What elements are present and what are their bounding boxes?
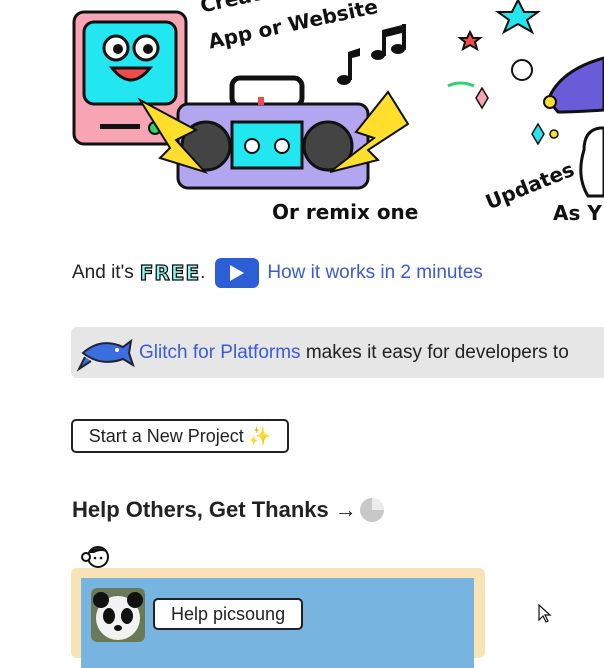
progress-pie-icon bbox=[359, 498, 384, 522]
panda-avatar[interactable] bbox=[91, 588, 145, 642]
free-badge: FREE bbox=[139, 260, 201, 285]
star-icon bbox=[457, 0, 542, 52]
free-prefix: And it's bbox=[72, 262, 134, 283]
how-it-works-link[interactable]: How it works in 2 minutes bbox=[267, 262, 482, 284]
glitch-for-platforms-link[interactable]: Glitch for Platforms bbox=[139, 342, 301, 363]
start-new-project-button[interactable]: Start a New Project ✨ bbox=[71, 419, 289, 453]
help-card-body: Help picsoung bbox=[81, 578, 474, 668]
arrow-icon: → bbox=[334, 497, 357, 522]
free-line: And it's FREE . How it works in 2 minute… bbox=[72, 258, 483, 288]
play-icon bbox=[230, 265, 245, 281]
free-period: . bbox=[200, 262, 206, 283]
platforms-banner: Glitch for Platforms makes it easy for d… bbox=[71, 327, 604, 378]
help-user-button[interactable]: Help picsoung bbox=[153, 598, 304, 630]
hero-remix: Or remix one bbox=[272, 200, 419, 224]
platforms-text: Glitch for Platforms makes it easy for d… bbox=[139, 342, 569, 364]
fish-icon bbox=[77, 338, 135, 372]
play-button[interactable] bbox=[215, 258, 260, 288]
music-notes-icon bbox=[337, 24, 406, 85]
hero-as-y: As Y bbox=[553, 201, 602, 225]
help-card: Help picsoung bbox=[71, 568, 485, 668]
platforms-description: makes it easy for developers to bbox=[300, 342, 569, 363]
help-heading-text: Help Others, Get Thanks bbox=[72, 497, 329, 522]
help-others-heading: Help Others, Get Thanks → bbox=[72, 497, 385, 523]
cursor-icon bbox=[538, 604, 552, 623]
